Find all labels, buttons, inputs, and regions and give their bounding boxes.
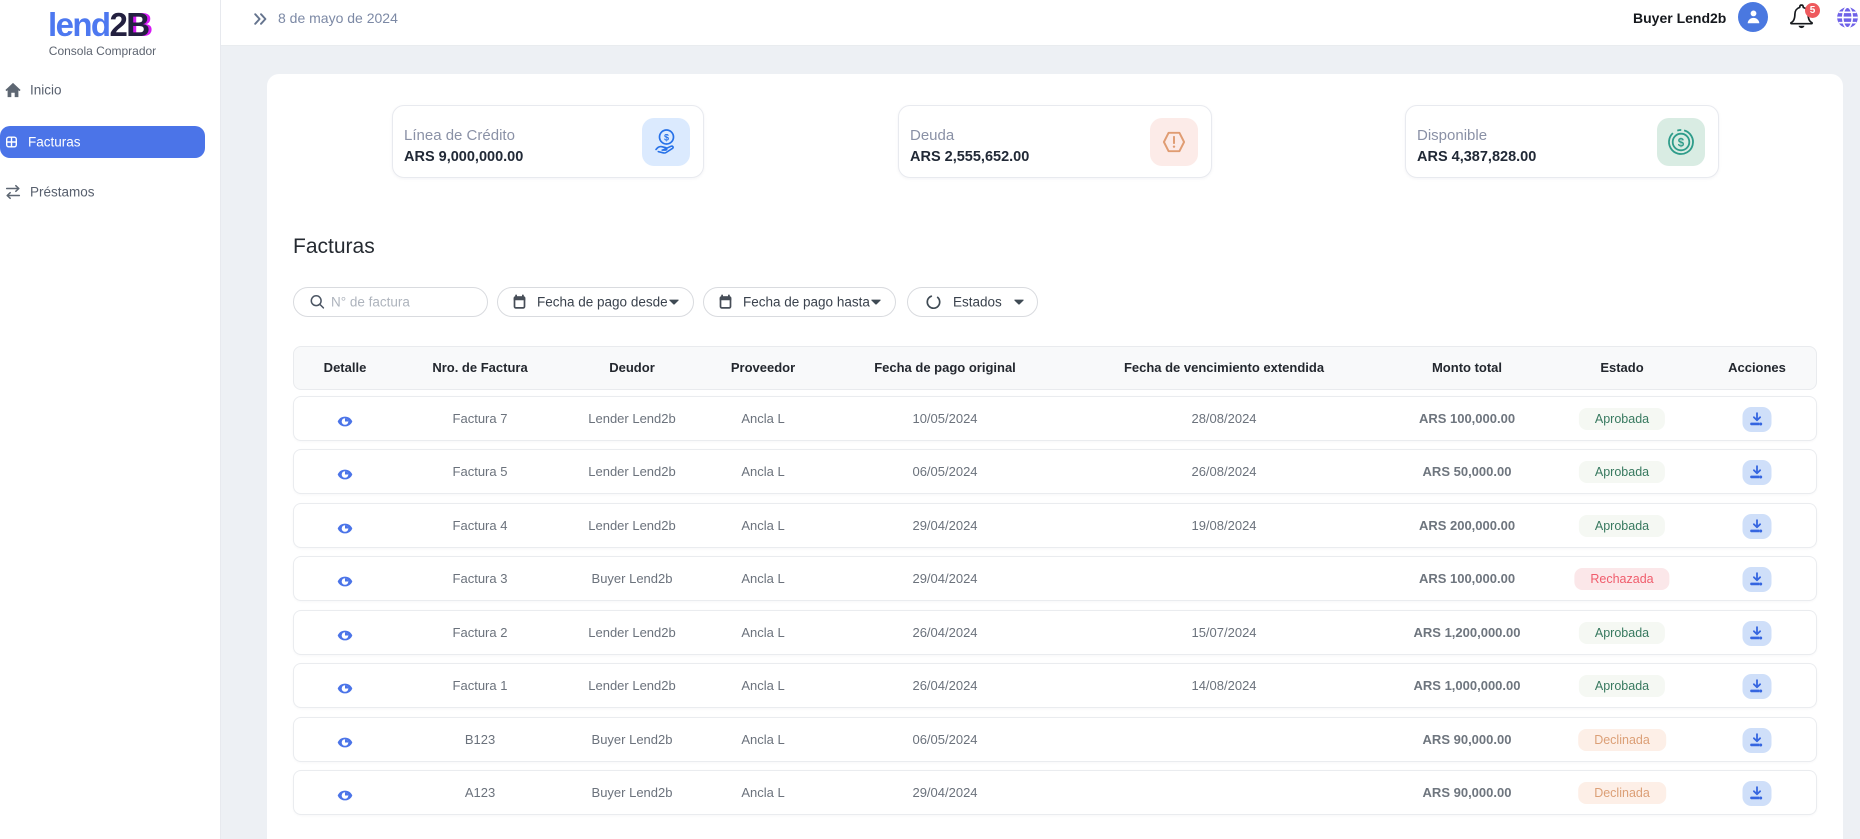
svg-text:$: $	[1678, 137, 1685, 149]
svg-text:$: $	[664, 132, 669, 142]
